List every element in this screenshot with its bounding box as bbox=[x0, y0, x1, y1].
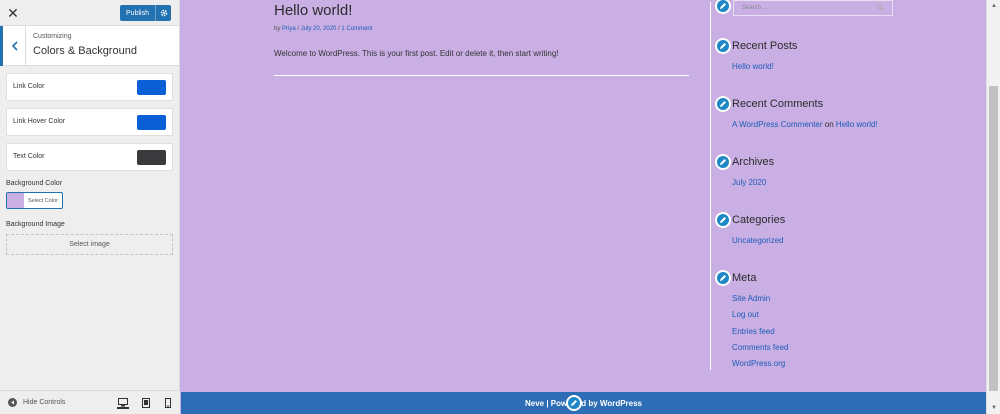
comment-on-text: on bbox=[824, 120, 834, 129]
tablet-preview-icon[interactable] bbox=[140, 397, 152, 409]
section-header: Customizing Colors & Background bbox=[0, 26, 179, 66]
search-placeholder: Search ... bbox=[742, 5, 768, 11]
back-chevron-icon[interactable] bbox=[0, 26, 26, 66]
commenter-link[interactable]: A WordPress Commenter bbox=[732, 120, 823, 129]
post-meta: by Priya / July 20, 2020 / 1 Comment bbox=[274, 26, 372, 32]
meta-link-comments-feed[interactable]: Comments feed bbox=[732, 343, 788, 352]
site-preview: Hello world! by Priya / July 20, 2020 / … bbox=[181, 0, 986, 414]
link-hover-color-label: Link Hover Color bbox=[13, 118, 66, 125]
collapse-arrow-icon bbox=[8, 398, 17, 407]
footer-credit-left[interactable]: Neve | Pow bbox=[525, 399, 567, 408]
publish-label: Publish bbox=[126, 9, 149, 17]
recent-post-link[interactable]: Hello world! bbox=[732, 62, 774, 71]
text-color-control: Text Color bbox=[6, 143, 173, 171]
background-color-swatch bbox=[7, 193, 24, 208]
desktop-preview-icon[interactable] bbox=[117, 397, 129, 409]
customizer-footer: Hide Controls bbox=[0, 390, 180, 414]
meta-title: Meta bbox=[732, 272, 757, 284]
search-icon[interactable] bbox=[877, 4, 884, 13]
customizing-label: Customizing bbox=[33, 33, 72, 40]
comment-post-link[interactable]: Hello world! bbox=[836, 120, 878, 129]
customizer-header: ✕ Publish bbox=[0, 0, 179, 26]
archive-link[interactable]: July 2020 bbox=[732, 178, 766, 187]
background-color-label: Background Color bbox=[6, 180, 63, 187]
link-hover-color-control: Link Hover Color bbox=[6, 108, 173, 136]
post-meta-by: by bbox=[274, 26, 281, 32]
meta-link-entries-feed[interactable]: Entries feed bbox=[732, 327, 775, 336]
footer-credit-right[interactable]: d by WordPress bbox=[581, 399, 642, 408]
edit-shortcut-pencil-icon[interactable] bbox=[715, 270, 731, 286]
search-input[interactable]: Search ... bbox=[733, 0, 893, 16]
background-image-label: Background Image bbox=[6, 221, 65, 228]
meta-link-wordpress-org[interactable]: WordPress.org bbox=[732, 359, 785, 368]
link-hover-color-swatch[interactable] bbox=[137, 115, 166, 130]
category-link[interactable]: Uncategorized bbox=[732, 236, 784, 245]
text-color-label: Text Color bbox=[13, 153, 45, 160]
link-color-swatch[interactable] bbox=[137, 80, 166, 95]
mobile-preview-icon[interactable] bbox=[162, 397, 174, 409]
site-footer: Neve | Pow d by WordPress bbox=[181, 392, 986, 414]
text-color-swatch[interactable] bbox=[137, 150, 166, 165]
post-date-link[interactable]: July 20, 2020 bbox=[301, 26, 337, 32]
sidebar-divider bbox=[710, 2, 711, 370]
post-title[interactable]: Hello world! bbox=[274, 2, 352, 19]
edit-shortcut-pencil-icon[interactable] bbox=[715, 96, 731, 112]
recent-posts-title: Recent Posts bbox=[732, 40, 798, 52]
select-color-label: Select Color bbox=[28, 197, 58, 204]
hide-controls-button[interactable]: Hide Controls bbox=[8, 398, 65, 407]
scrollbar-thumb[interactable] bbox=[989, 86, 998, 391]
close-customizer-button[interactable]: ✕ bbox=[0, 0, 26, 26]
hide-controls-label: Hide Controls bbox=[23, 399, 66, 406]
customizer-sidebar: ✕ Publish Customizing Colors & Backgroun… bbox=[0, 0, 180, 414]
publish-button[interactable]: Publish bbox=[120, 5, 171, 21]
link-color-control: Link Color bbox=[6, 73, 173, 101]
background-color-picker-button[interactable]: Select Color bbox=[6, 192, 63, 209]
meta-link-log-out[interactable]: Log out bbox=[732, 310, 759, 319]
section-title: Colors & Background bbox=[33, 45, 137, 57]
recent-comment-item: A WordPress Commenter on Hello world! bbox=[732, 120, 878, 129]
categories-title: Categories bbox=[732, 214, 786, 226]
publish-settings-gear-icon[interactable] bbox=[155, 5, 171, 21]
edit-shortcut-pencil-icon[interactable] bbox=[715, 154, 731, 170]
edit-shortcut-pencil-icon[interactable] bbox=[715, 38, 731, 54]
select-image-button[interactable]: Select image bbox=[6, 234, 173, 255]
post-divider bbox=[274, 75, 689, 76]
recent-comments-title: Recent Comments bbox=[732, 98, 824, 110]
preview-scrollbar[interactable]: ▲ ▼ bbox=[986, 0, 1000, 414]
post-body: Welcome to WordPress. This is your first… bbox=[274, 49, 559, 58]
meta-link-site-admin[interactable]: Site Admin bbox=[732, 294, 770, 303]
post-comments-link[interactable]: 1 Comment bbox=[341, 26, 372, 32]
post-author-link[interactable]: Priya bbox=[282, 26, 296, 32]
scroll-down-arrow-icon[interactable]: ▼ bbox=[991, 405, 997, 411]
edit-shortcut-pencil-icon[interactable] bbox=[566, 395, 582, 411]
edit-shortcut-pencil-icon[interactable] bbox=[715, 0, 731, 14]
link-color-label: Link Color bbox=[13, 83, 45, 90]
edit-shortcut-pencil-icon[interactable] bbox=[715, 212, 731, 228]
archives-title: Archives bbox=[732, 156, 775, 168]
scroll-up-arrow-icon[interactable]: ▲ bbox=[991, 3, 997, 9]
